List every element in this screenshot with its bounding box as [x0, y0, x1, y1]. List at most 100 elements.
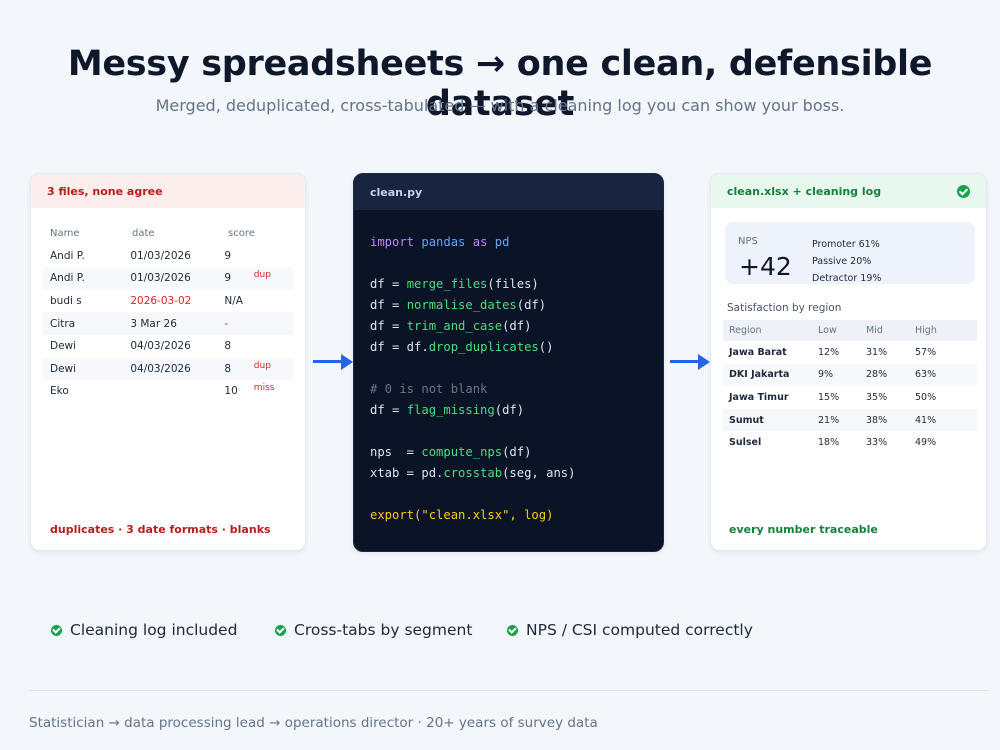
table-row: Citra 3 Mar 26 - — [43, 312, 293, 335]
cell-high: 50% — [915, 391, 937, 403]
cell-mid: 35% — [866, 391, 888, 403]
table-row: Eko 10 miss — [43, 380, 293, 403]
code-token: (files) — [487, 277, 539, 291]
code-token: as — [472, 235, 495, 249]
messy-table: Name date score Andi P. 01/03/2026 9 And… — [31, 208, 305, 403]
cell-score: - — [224, 317, 229, 330]
benefit-label: Cross-tabs by segment — [294, 621, 473, 639]
cell-low: 21% — [818, 414, 840, 426]
cell-mid: 28% — [866, 369, 888, 381]
code-token: () — [538, 340, 554, 354]
cell-high: 63% — [915, 369, 937, 381]
code-token: df = — [370, 403, 407, 417]
cell-high: 41% — [915, 414, 937, 426]
clean-output-card: clean.xlsx + cleaning log NPS +42 Promot… — [710, 173, 987, 551]
table-row: budi s 2026-03-02 N/A — [43, 290, 293, 313]
cell-score: 9 — [224, 249, 232, 262]
column-header-region: Region — [729, 325, 762, 336]
column-header-date: date — [132, 227, 155, 239]
table-row: DKI Jakarta 9% 28% 63% — [723, 363, 977, 387]
cell-region: DKI Jakarta — [729, 369, 790, 381]
promoter-share: Promoter 61% — [812, 239, 880, 250]
code-token: xtab = pd. — [370, 466, 444, 480]
cell-date: 04/03/2026 — [130, 362, 191, 375]
satisfaction-title: Satisfaction by region — [727, 302, 842, 314]
column-header-high: High — [915, 325, 937, 336]
benefit-label: Cleaning log included — [70, 621, 238, 639]
crosstab-header: Region Low Mid High — [723, 320, 977, 341]
benefit-item: NPS / CSI computed correctly — [507, 621, 753, 639]
table-row: Dewi 04/03/2026 8 — [43, 335, 293, 358]
code-token: crosstab — [443, 466, 503, 480]
cell-region: Sumut — [729, 414, 764, 426]
table-row: Sumut 21% 38% 41% — [723, 408, 977, 432]
cell-date: 04/03/2026 — [130, 340, 191, 353]
cell-low: 9% — [818, 369, 834, 381]
cell-date: 3 Mar 26 — [130, 317, 177, 330]
code-token: (df) — [502, 445, 532, 459]
cell-flag: miss — [253, 383, 275, 394]
code-token: df = df. — [370, 340, 429, 354]
arrow-right-icon — [313, 354, 353, 370]
messy-table-header: Name date score — [43, 222, 293, 245]
code-body: import pandas as pd df = merge_files(file… — [354, 210, 663, 548]
code-filename: clean.py — [354, 174, 663, 210]
code-line: df = merge_files(files) — [370, 274, 647, 295]
cell-region: Jawa Barat — [729, 346, 787, 358]
cell-low: 12% — [818, 346, 840, 358]
benefit-item: Cross-tabs by segment — [275, 621, 507, 639]
cell-name: Citra — [50, 317, 76, 330]
code-token: df = — [370, 277, 407, 291]
code-line: df = df.drop_duplicates() — [370, 337, 647, 358]
cell-mid: 33% — [866, 437, 888, 449]
cell-date: 01/03/2026 — [130, 272, 191, 285]
code-token: (df) — [494, 403, 525, 417]
divider — [29, 690, 988, 691]
cell-date: 01/03/2026 — [130, 249, 191, 262]
code-token: pd — [494, 235, 510, 249]
table-row: Andi P. 01/03/2026 9 — [43, 245, 293, 268]
table-row: Dewi 04/03/2026 8 dup — [43, 357, 293, 381]
code-token: # 0 is not blank — [370, 382, 488, 396]
cell-score: 9 — [224, 272, 232, 285]
cell-name: Eko — [50, 385, 69, 398]
code-line: xtab = pd.crosstab(seg, ans) — [370, 463, 647, 484]
code-token: (df) — [502, 319, 532, 333]
code-line: df = flag_missing(df) — [370, 400, 647, 421]
career-footer: Statistician → data processing lead → op… — [29, 715, 598, 731]
code-line: # 0 is not blank — [370, 379, 647, 400]
cell-flag: dup — [253, 360, 271, 371]
table-row: Jawa Timur 15% 35% 50% — [723, 386, 977, 409]
cell-low: 15% — [818, 391, 840, 403]
check-circle-icon — [51, 624, 62, 636]
cell-name: Andi P. — [50, 249, 85, 262]
nps-label: NPS — [738, 236, 758, 247]
arrow-right-icon — [670, 354, 710, 370]
code-line: nps = compute_nps(df) — [370, 442, 647, 463]
benefits-row: Cleaning log included Cross-tabs by segm… — [51, 621, 753, 639]
cell-mid: 38% — [866, 414, 888, 426]
benefit-item: Cleaning log included — [51, 621, 275, 639]
cell-mid: 31% — [866, 346, 888, 358]
code-token: pandas — [421, 235, 473, 249]
cell-low: 18% — [818, 437, 840, 449]
nps-breakdown: Promoter 61% Passive 20% Detractor 19% — [812, 236, 881, 287]
messy-card-footer: duplicates · 3 date formats · blanks — [50, 523, 271, 536]
cell-name: Andi P. — [50, 272, 85, 285]
cell-date: 2026-03-02 — [130, 295, 192, 308]
cell-high: 49% — [915, 437, 937, 449]
code-token: merge_files — [406, 277, 488, 291]
code-token: flag_missing — [406, 403, 495, 417]
code-line: import pandas as pd — [370, 232, 647, 253]
cell-score: 10 — [224, 385, 238, 398]
cell-score: 8 — [224, 340, 232, 353]
cell-name: Dewi — [50, 362, 77, 375]
nps-summary: NPS +42 Promoter 61% Passive 20% Detract… — [725, 222, 975, 284]
check-circle-icon — [275, 624, 286, 636]
column-header-mid: Mid — [866, 325, 883, 336]
cell-region: Sulsel — [729, 437, 762, 449]
nps-value: +42 — [739, 252, 792, 281]
